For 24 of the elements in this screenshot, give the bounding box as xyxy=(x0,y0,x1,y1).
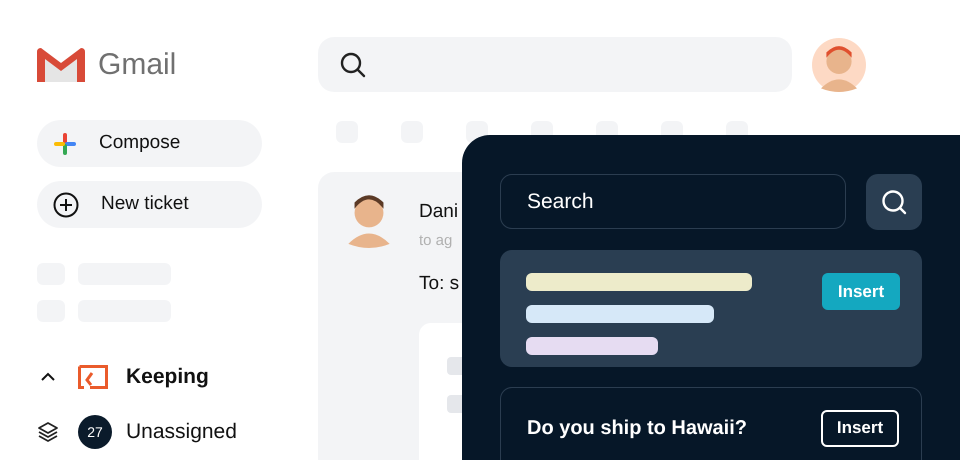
compose-button[interactable]: Compose xyxy=(37,120,262,167)
search-field[interactable] xyxy=(318,37,792,92)
avatar-icon xyxy=(812,38,866,92)
bracket-logo-icon xyxy=(78,365,108,389)
plus-icon xyxy=(53,132,77,156)
recipient-line: to ag xyxy=(419,233,454,248)
search-icon xyxy=(340,52,366,78)
app-name: Gmail xyxy=(98,50,176,80)
plus-circle-icon xyxy=(53,192,79,218)
folder-label[interactable]: Unassigned xyxy=(126,416,237,448)
new-ticket-button[interactable]: New ticket xyxy=(37,181,262,228)
snippet-card[interactable]: Do you ship to Hawaii? Insert xyxy=(500,386,922,460)
sender-name: Dani xyxy=(419,202,460,221)
envelope-logo-icon xyxy=(37,48,85,82)
search-button[interactable] xyxy=(866,174,922,230)
count-badge: 27 xyxy=(78,415,112,449)
section-title[interactable]: Keeping xyxy=(126,361,209,393)
search-icon xyxy=(881,189,907,215)
to-line: To: s xyxy=(419,274,460,293)
search-field[interactable]: Search xyxy=(500,174,846,229)
layers-icon xyxy=(37,421,59,443)
snippet-title: Do you ship to Hawaii? xyxy=(527,416,748,441)
chevron-up-icon[interactable] xyxy=(39,371,57,383)
insert-button[interactable]: Insert xyxy=(821,410,899,447)
